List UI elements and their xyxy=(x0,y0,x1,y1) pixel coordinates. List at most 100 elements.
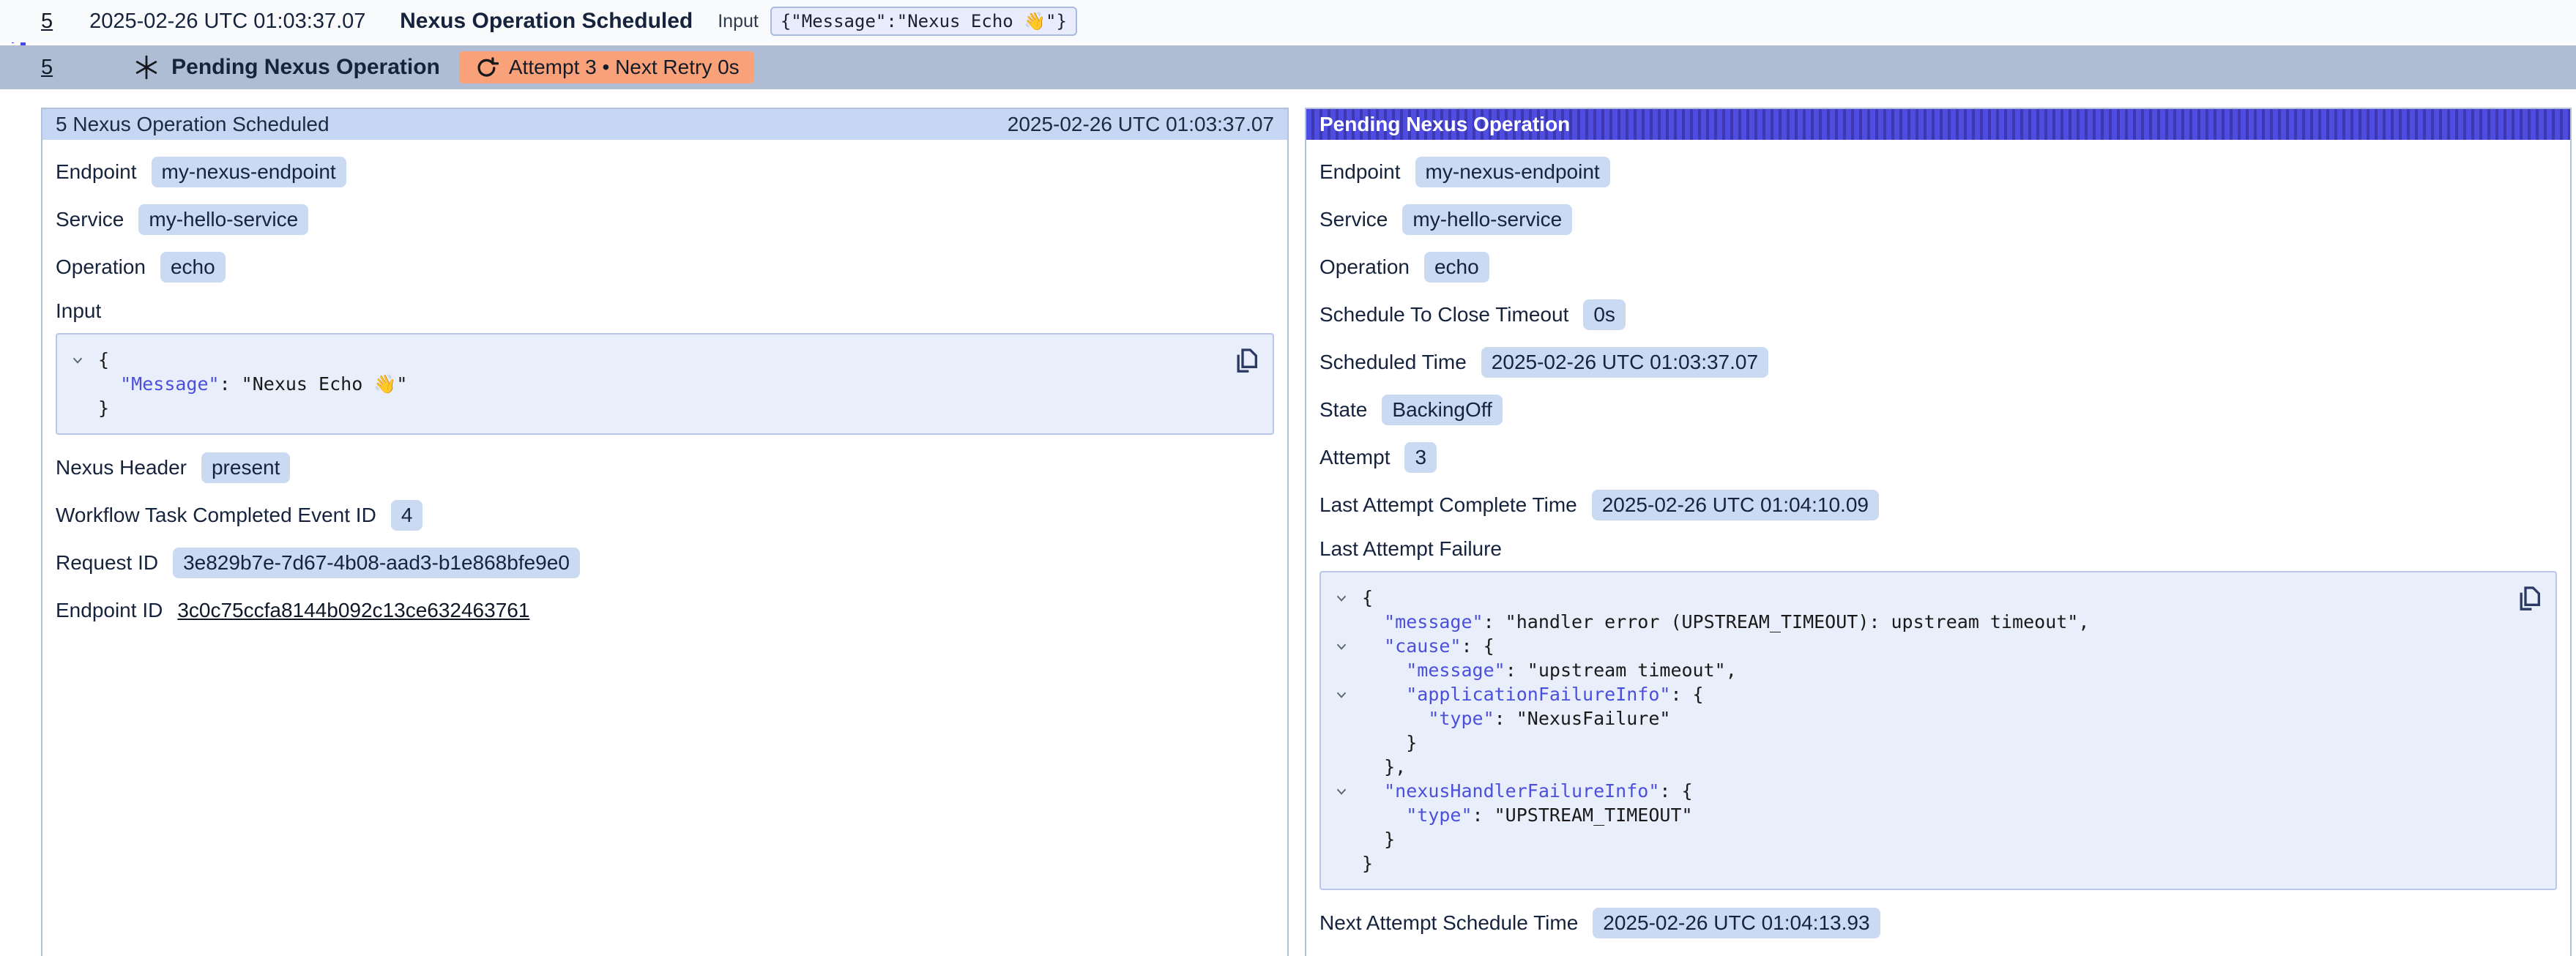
code-line-text: "cause": { xyxy=(1362,634,1494,658)
copy-input-button[interactable] xyxy=(1232,345,1261,377)
pending-operation-row[interactable]: 5 Pending Nexus Operation Attempt 3 • Ne… xyxy=(0,45,2576,89)
field-value-chip-workflow-task-completed-event-id: 4 xyxy=(391,500,423,531)
field-value-chip-service: my-hello-service xyxy=(138,204,308,235)
field-row-endpoint-id: Endpoint ID 3c0c75ccfa8144b092c13ce632463… xyxy=(56,595,1274,625)
field-row-next-attempt-schedule-time: Next Attempt Schedule Time 2025-02-26 UTC… xyxy=(1319,908,2557,938)
field-value-chip-scheduled-time: 2025-02-26 UTC 01:03:37.07 xyxy=(1481,347,1768,378)
code-line-text: } xyxy=(1362,731,1417,755)
field-label-next-attempt-schedule-time: Next Attempt Schedule Time xyxy=(1319,911,1578,935)
code-line-text: }, xyxy=(1362,755,1406,779)
code-line: } xyxy=(1321,827,2504,851)
event-details-header: 5 Nexus Operation Scheduled 2025-02-26 U… xyxy=(42,109,1287,140)
retry-status-badge: Attempt 3 • Next Retry 0s xyxy=(459,51,754,83)
code-line-gutter xyxy=(1321,827,1362,851)
code-line-gutter xyxy=(1321,706,1362,731)
code-line: "type": "UPSTREAM_TIMEOUT" xyxy=(1321,803,2504,827)
input-section-label: Input xyxy=(56,299,1274,323)
field-label-scheduled-time: Scheduled Time xyxy=(1319,351,1467,374)
copy-failure-button[interactable] xyxy=(2514,583,2544,615)
field-value-chip-next-attempt-schedule-time: 2025-02-26 UTC 01:04:13.93 xyxy=(1593,908,1880,938)
code-line-text: { xyxy=(1362,586,1373,610)
field-value-chip-nexus-header: present xyxy=(201,452,290,483)
code-line-gutter xyxy=(1321,851,1362,875)
field-row-operation: Operation echo xyxy=(1319,252,2557,283)
code-line: } xyxy=(1321,731,2504,755)
field-label-endpoint-id: Endpoint ID xyxy=(56,599,163,622)
workflow-event-history-page: 5 2025-02-26 UTC 01:03:37.07 Nexus Opera… xyxy=(0,0,2576,956)
copy-icon xyxy=(2514,583,2544,615)
code-line-gutter xyxy=(1321,682,1362,706)
field-row-state: State BackingOff xyxy=(1319,395,2557,425)
code-line: } xyxy=(57,396,1221,420)
field-label-request-id: Request ID xyxy=(56,551,158,575)
code-line-text: "type": "NexusFailure" xyxy=(1362,706,1670,731)
collapse-chevron-icon[interactable] xyxy=(1333,783,1350,799)
field-row-workflow-task-completed-event-id: Workflow Task Completed Event ID 4 xyxy=(56,500,1274,531)
field-row-schedule-to-close-timeout: Schedule To Close Timeout0s xyxy=(1319,299,2557,330)
field-label-schedule-to-close-timeout: Schedule To Close Timeout xyxy=(1319,303,1568,326)
field-row-service: Service my-hello-service xyxy=(56,204,1274,235)
field-value-link-endpoint-id[interactable]: 3c0c75ccfa8144b092c13ce632463761 xyxy=(177,598,529,623)
event-details-header-timestamp: 2025-02-26 UTC 01:03:37.07 xyxy=(1008,113,1274,136)
code-line: "applicationFailureInfo": { xyxy=(1321,682,2504,706)
code-line: "message": "handler error (UPSTREAM_TIME… xyxy=(1321,610,2504,634)
code-line-text: } xyxy=(1362,827,1395,851)
field-row-operation: Operationecho xyxy=(56,252,1274,283)
code-line: "nexusHandlerFailureInfo": { xyxy=(1321,779,2504,803)
event-row-nexus-operation-scheduled[interactable]: 5 2025-02-26 UTC 01:03:37.07 Nexus Opera… xyxy=(0,0,2576,42)
field-row-scheduled-time: Scheduled Time 2025-02-26 UTC 01:03:37.07 xyxy=(1319,347,2557,378)
pending-id-link[interactable]: 5 xyxy=(41,56,53,80)
field-label-state: State xyxy=(1319,398,1367,422)
field-value-chip-endpoint: my-nexus-endpoint xyxy=(1415,157,1610,187)
event-id-link[interactable]: 5 xyxy=(41,10,53,34)
event-input-label: Input xyxy=(718,11,759,32)
event-details-body: Endpointmy-nexus-endpoint Service my-hello… xyxy=(42,157,1287,625)
field-label-service: Service xyxy=(56,208,124,231)
copy-icon xyxy=(1232,345,1261,377)
code-line-gutter xyxy=(1321,610,1362,634)
field-value-chip-request-id: 3e829b7e-7d67-4b08-aad3-b1e868bfe9e0 xyxy=(173,548,580,578)
field-row-endpoint: Endpoint my-nexus-endpoint xyxy=(1319,157,2557,187)
field-row-nexus-header: Nexus Header present xyxy=(56,452,1274,483)
code-line-text: "nexusHandlerFailureInfo": { xyxy=(1362,779,1693,803)
field-label-endpoint: Endpoint xyxy=(1319,160,1401,184)
code-line-gutter xyxy=(1321,755,1362,779)
retry-badge-text: Attempt 3 • Next Retry 0s xyxy=(509,56,740,79)
field-value-chip-operation: echo xyxy=(1424,252,1489,283)
field-label-service: Service xyxy=(1319,208,1388,231)
retry-icon xyxy=(474,55,499,80)
pending-operation-panel: Pending Nexus Operation Endpointmy-nexus… xyxy=(1305,108,2572,956)
pending-operation-body: Endpointmy-nexus-endpointServicemy-hello… xyxy=(1306,157,2570,938)
code-line: { xyxy=(1321,586,2504,610)
collapse-chevron-icon[interactable] xyxy=(70,352,86,368)
field-value-chip-state: BackingOff xyxy=(1382,395,1502,425)
input-json-viewer: { "Message": "Nexus Echo 👋"} xyxy=(56,333,1274,435)
field-label-nexus-header: Nexus Header xyxy=(56,456,187,479)
field-row-request-id: Request ID 3e829b7e-7d67-4b08-aad3-b1e868… xyxy=(56,548,1274,578)
collapse-chevron-icon[interactable] xyxy=(1333,687,1350,703)
code-line-gutter xyxy=(57,372,98,396)
code-line-text: } xyxy=(98,396,109,420)
code-line: { xyxy=(57,348,1221,372)
pending-asterisk-icon xyxy=(133,54,160,81)
field-label-endpoint: Endpoint xyxy=(56,160,137,184)
code-line: "message": "upstream timeout", xyxy=(1321,658,2504,682)
code-line-gutter xyxy=(57,396,98,420)
field-label-operation: Operation xyxy=(1319,255,1410,279)
collapse-chevron-icon[interactable] xyxy=(1333,590,1350,606)
code-line-gutter xyxy=(57,348,98,372)
event-title: Nexus Operation Scheduled xyxy=(400,9,693,34)
code-line-text: "type": "UPSTREAM_TIMEOUT" xyxy=(1362,803,1693,827)
field-label-operation: Operation xyxy=(56,255,146,279)
collapse-chevron-icon[interactable] xyxy=(1333,638,1350,654)
field-label-workflow-task-completed-event-id: Workflow Task Completed Event ID xyxy=(56,504,376,527)
code-line-gutter xyxy=(1321,658,1362,682)
failure-section-label: Last Attempt Failure xyxy=(1319,537,2557,561)
code-line: "cause": { xyxy=(1321,634,2504,658)
code-line: "Message": "Nexus Echo 👋" xyxy=(57,372,1221,396)
event-details-header-title: 5 Nexus Operation Scheduled xyxy=(56,113,330,136)
field-label-attempt: Attempt xyxy=(1319,446,1390,469)
field-row-endpoint: Endpointmy-nexus-endpoint xyxy=(56,157,1274,187)
code-line-gutter xyxy=(1321,779,1362,803)
code-line-text: } xyxy=(1362,851,1373,875)
